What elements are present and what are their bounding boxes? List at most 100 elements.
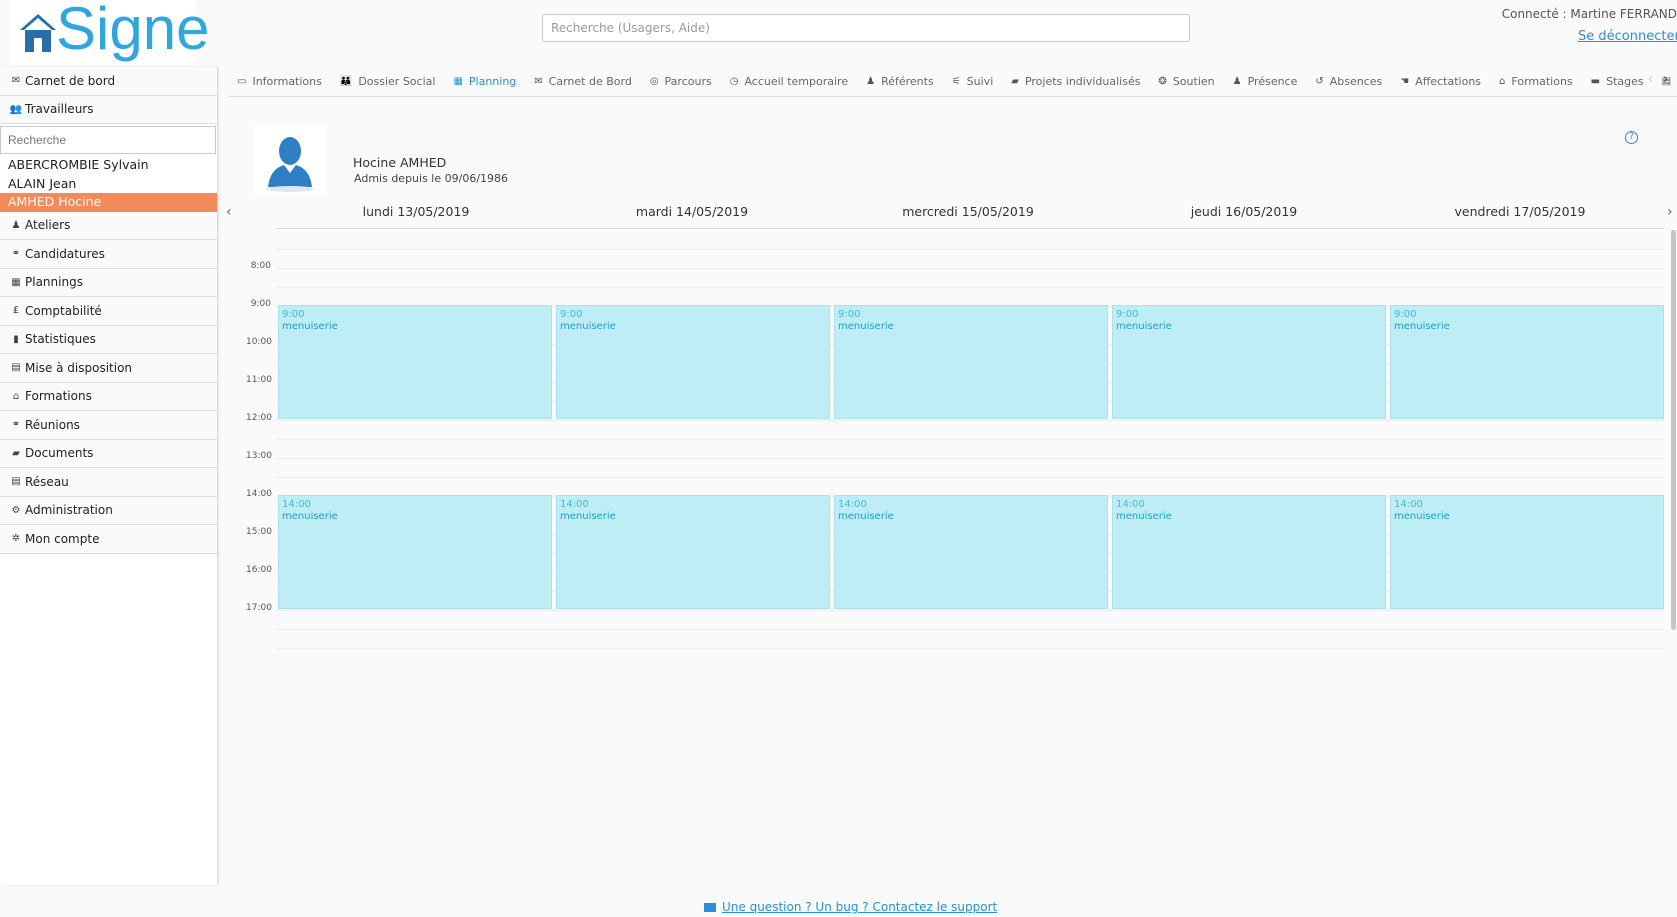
tabs-scroll-right-icon[interactable]: ›	[1663, 72, 1668, 87]
sidebar-item-reseau[interactable]: ▤ Réseau	[0, 468, 217, 497]
tab-label: Parcours	[664, 75, 712, 88]
tabs-scroll-left-icon[interactable]: ‹	[1648, 72, 1653, 87]
tab-soutien[interactable]: ❂ Soutien	[1149, 67, 1223, 96]
tab-absences[interactable]: ↺ Absences	[1306, 67, 1391, 96]
tab-label: Accueil temporaire	[744, 75, 849, 88]
event-time: 9:00	[1116, 309, 1139, 320]
logout-link[interactable]: Se déconnecter	[1578, 29, 1677, 44]
connected-user: Connecté : Martine FERRAND	[1501, 7, 1677, 21]
calendar-event[interactable]: 9:00 menuiserie	[1112, 305, 1386, 419]
event-title: menuiserie	[560, 511, 616, 522]
sidebar-item-label: Statistiques	[25, 332, 96, 347]
sidebar-item-reunions[interactable]: ⚭ Réunions	[0, 411, 217, 440]
graduation-cap-icon: ⌂	[12, 390, 20, 402]
tab-carnet-de-bord[interactable]: ✉ Carnet de Bord	[525, 67, 641, 96]
calendar-grid-line	[276, 439, 1664, 440]
event-title: menuiserie	[1394, 511, 1450, 522]
tab-stages[interactable]: ▬ Stages	[1582, 67, 1653, 96]
calendar-prev-icon[interactable]: ‹	[226, 204, 232, 220]
help-icon[interactable]: ?	[1625, 131, 1638, 144]
briefcase-icon: ▬	[1590, 76, 1601, 87]
calendar-scrollbar[interactable]	[1671, 230, 1676, 630]
tab-suivi[interactable]: ⚟ Suivi	[943, 67, 1003, 96]
worker-name: Hocine AMHED	[353, 155, 447, 170]
tab-label: Carnet de Bord	[548, 75, 632, 88]
sidebar: ✉ Carnet de bord 👥 Travailleurs ABERCROM…	[0, 67, 218, 885]
sidebar-item-carnet-de-bord[interactable]: ✉ Carnet de bord	[0, 67, 217, 96]
calendar-event[interactable]: 14:00 menuiserie	[278, 495, 552, 609]
envelope-icon	[704, 903, 716, 912]
tab-projets-individualises[interactable]: ▰ Projets individualisés	[1002, 67, 1149, 96]
calendar-event[interactable]: 9:00 menuiserie	[1390, 305, 1664, 419]
sidebar-item-label: Administration	[25, 503, 113, 518]
calendar-event[interactable]: 14:00 menuiserie	[556, 495, 830, 609]
tab-label: Planning	[468, 75, 517, 88]
sidebar-item-documents[interactable]: ▰ Documents	[0, 439, 217, 468]
building-icon: ▤	[11, 362, 21, 374]
worker-item-active[interactable]: AMHED Hocine	[0, 193, 217, 212]
life-ring-icon: ❂	[1158, 76, 1167, 87]
tab-label: Affectations	[1415, 75, 1482, 88]
signe-logo[interactable]: Signe	[10, 0, 209, 66]
tab-affectations[interactable]: ☚ Affectations	[1391, 67, 1490, 96]
event-time: 9:00	[1394, 309, 1417, 320]
history-icon: ↺	[1315, 76, 1324, 87]
worker-item[interactable]: ABERCROMBIE Sylvain	[0, 156, 217, 175]
sidebar-item-label: Réseau	[25, 474, 69, 489]
tab-referents[interactable]: ♟ Référents	[857, 67, 943, 96]
handshake-icon: ⚭	[11, 248, 21, 260]
sidebar-item-administration[interactable]: ⚙ Administration	[0, 496, 217, 525]
user-icon: ♟	[866, 76, 876, 87]
day-header: mercredi 15/05/2019	[902, 204, 1034, 219]
tab-accueil-temporaire[interactable]: ◷ Accueil temporaire	[721, 67, 857, 96]
sidebar-item-label: Mise à disposition	[25, 360, 133, 375]
building-icon: ▤	[11, 476, 21, 488]
global-search-input[interactable]	[542, 14, 1190, 42]
tab-formations[interactable]: ⌂ Formations	[1490, 67, 1582, 96]
support-footer[interactable]: Une question ? Un bug ? Contactez le sup…	[704, 900, 997, 914]
sidebar-item-label: Travailleurs	[25, 102, 94, 117]
calendar-event[interactable]: 14:00 menuiserie	[1390, 495, 1664, 609]
users-icon: 👥	[9, 103, 23, 115]
sidebar-item-statistiques[interactable]: ▮ Statistiques	[0, 325, 217, 354]
tab-dossier-social[interactable]: 👪 Dossier Social	[331, 67, 445, 96]
tab-presence[interactable]: ♟ Présence	[1224, 67, 1307, 96]
calendar-grid-line	[276, 648, 1664, 649]
sidebar-item-plannings[interactable]: ▦ Plannings	[0, 268, 217, 297]
envelope-icon: ✉	[11, 75, 21, 87]
sidebar-item-ateliers[interactable]: ♟ Ateliers	[0, 211, 217, 240]
event-time: 14:00	[282, 499, 311, 510]
hour-label: 15:00	[246, 527, 272, 537]
event-time: 14:00	[1116, 499, 1145, 510]
calendar-event[interactable]: 9:00 menuiserie	[556, 305, 830, 419]
calendar-event[interactable]: 9:00 menuiserie	[834, 305, 1108, 419]
calendar-event[interactable]: 14:00 menuiserie	[1112, 495, 1386, 609]
tab-parcours[interactable]: ◎ Parcours	[641, 67, 721, 96]
worker-search-input[interactable]	[0, 126, 216, 154]
sidebar-item-comptabilite[interactable]: ₤ Comptabilité	[0, 297, 217, 326]
calendar-next-icon[interactable]: ›	[1667, 204, 1673, 220]
sidebar-item-mon-compte[interactable]: ✲ Mon compte	[0, 525, 217, 554]
handshake-icon: ⚭	[11, 419, 21, 431]
calendar-event[interactable]: 14:00 menuiserie	[834, 495, 1108, 609]
worker-admitted-date: Admis depuis le 09/06/1986	[354, 172, 509, 185]
calendar-grid-line	[276, 287, 1664, 288]
sidebar-item-travailleurs[interactable]: 👥 Travailleurs	[0, 95, 217, 124]
tab-label: Stages	[1606, 75, 1644, 88]
sidebar-item-formations[interactable]: ⌂ Formations	[0, 382, 217, 411]
support-link[interactable]: Une question ? Un bug ? Contactez le sup…	[722, 900, 997, 914]
calendar-icon: ▦	[11, 276, 21, 288]
app-root: Signe Connecté : Martine FERRAND Se déco…	[0, 0, 1677, 917]
calendar-grid-line	[276, 249, 1664, 250]
tab-label: Absences	[1329, 75, 1383, 88]
sidebar-item-mise-a-disposition[interactable]: ▤ Mise à disposition	[0, 354, 217, 383]
hour-label: 17:00	[246, 603, 272, 613]
hand-icon: ☚	[1400, 76, 1410, 87]
tab-label: Suivi	[966, 75, 994, 88]
tab-informations[interactable]: ▭ Informations	[228, 67, 331, 96]
worker-item[interactable]: ALAIN Jean	[0, 175, 217, 194]
tab-planning[interactable]: ▦ Planning	[444, 67, 525, 96]
calendar-event[interactable]: 9:00 menuiserie	[278, 305, 552, 419]
sidebar-item-candidatures[interactable]: ⚭ Candidatures	[0, 240, 217, 269]
bar-chart-icon: ▮	[13, 333, 19, 345]
